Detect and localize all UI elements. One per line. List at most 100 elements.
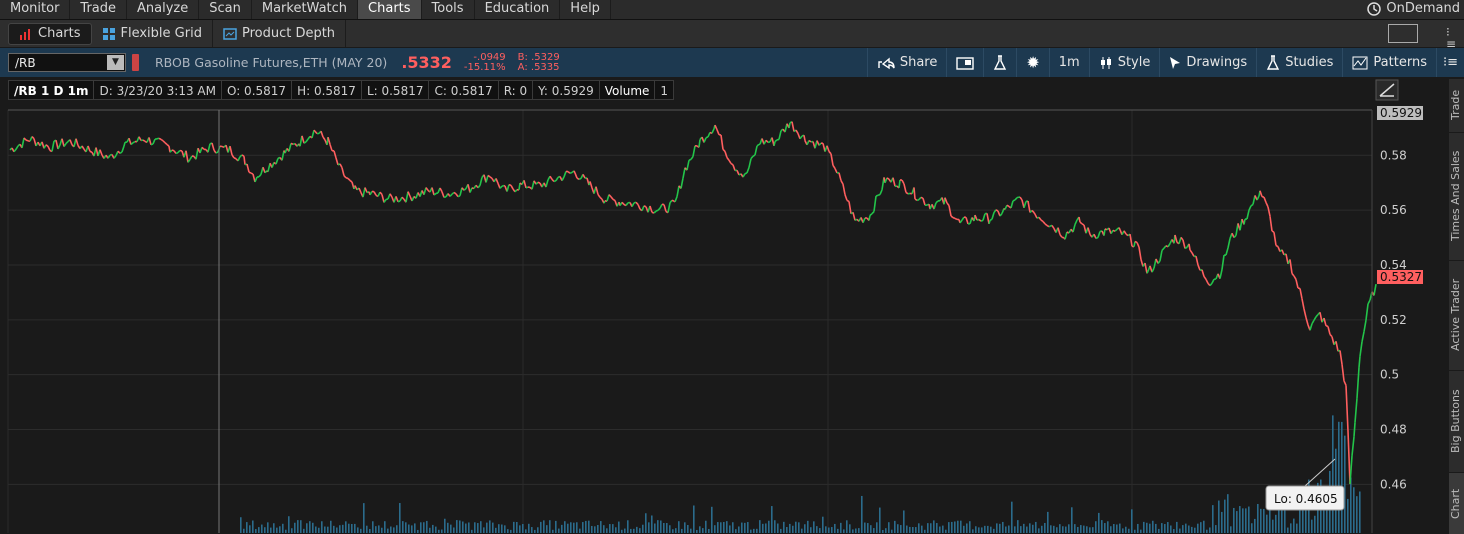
volume-bar bbox=[744, 523, 746, 533]
volume-bar bbox=[1035, 522, 1037, 533]
info-open: O: 0.5817 bbox=[221, 80, 291, 100]
price-segment bbox=[1082, 224, 1084, 225]
price-segment bbox=[1185, 247, 1187, 248]
menu-charts[interactable]: Charts bbox=[358, 0, 422, 19]
volume-bar bbox=[342, 525, 344, 533]
sidebar-tab-times-and-sales[interactable]: Times And Sales bbox=[1449, 132, 1464, 259]
price-segment bbox=[774, 142, 775, 146]
volume-bar bbox=[384, 521, 386, 533]
studies-label: Studies bbox=[1285, 55, 1333, 70]
menu-trade[interactable]: Trade bbox=[70, 0, 127, 19]
volume-bar bbox=[693, 505, 695, 533]
price-change: -.0949 -15.11% bbox=[464, 53, 506, 73]
symbol-dropdown-icon[interactable]: ▼ bbox=[107, 55, 124, 70]
volume-bar bbox=[540, 522, 542, 533]
volume-bar bbox=[1128, 529, 1130, 533]
sidebar-tab-active-trader[interactable]: Active Trader bbox=[1449, 260, 1464, 369]
volume-bar bbox=[876, 522, 878, 533]
volume-bar bbox=[1311, 520, 1313, 533]
tab-flexible-grid[interactable]: Flexible Grid bbox=[92, 20, 213, 47]
volume-bar bbox=[480, 521, 482, 533]
menu-lines-icon[interactable]: ⁝≡ bbox=[1446, 26, 1458, 50]
volume-bar bbox=[591, 526, 593, 533]
volume-bar bbox=[972, 529, 974, 533]
net-change: -.0949 bbox=[464, 53, 506, 63]
instrument-name: RBOB Gasoline Futures,ETH (MAY 20) bbox=[155, 55, 387, 70]
volume-bar bbox=[1185, 524, 1187, 533]
volume-bar bbox=[1236, 511, 1238, 533]
price-segment bbox=[1135, 242, 1137, 243]
volume-bar bbox=[1023, 524, 1025, 533]
drawings-button[interactable]: Drawings bbox=[1159, 48, 1256, 77]
flask-button[interactable] bbox=[983, 48, 1016, 77]
ondemand-button[interactable]: OnDemand bbox=[1366, 0, 1460, 18]
volume-bar bbox=[927, 523, 929, 533]
tab-product-depth[interactable]: Product Depth bbox=[213, 20, 346, 47]
volume-bar bbox=[570, 522, 572, 533]
volume-bar bbox=[1182, 525, 1184, 533]
volume-bar bbox=[627, 520, 629, 533]
settings-button[interactable]: ✹ bbox=[1016, 48, 1048, 77]
volume-bar bbox=[354, 524, 356, 533]
price-segment bbox=[1079, 217, 1080, 222]
volume-bar bbox=[543, 520, 545, 533]
volume-bar bbox=[282, 524, 284, 533]
symbol-input[interactable]: /RB ▼ bbox=[8, 53, 126, 72]
tab-charts[interactable]: Charts bbox=[8, 23, 92, 45]
volume-bar bbox=[444, 519, 446, 533]
sidebar-tab-chart[interactable]: Chart bbox=[1449, 472, 1464, 534]
volume-bar bbox=[678, 521, 680, 533]
menu-education[interactable]: Education bbox=[475, 0, 561, 19]
volume-bar bbox=[1107, 521, 1109, 533]
toolbar-menu-button[interactable]: ⁝≡ bbox=[1436, 48, 1464, 77]
volume-bar bbox=[885, 528, 887, 533]
price-segment bbox=[955, 218, 957, 219]
menu-tools[interactable]: Tools bbox=[422, 0, 475, 19]
share-button[interactable]: Share bbox=[867, 48, 947, 77]
candlestick-icon bbox=[1099, 56, 1113, 70]
volume-bar bbox=[771, 506, 773, 533]
price-segment bbox=[554, 181, 556, 182]
price-tick-label: 0.56 bbox=[1380, 203, 1407, 217]
layout-box-icon[interactable] bbox=[1388, 24, 1418, 43]
sidebar-tab-trade[interactable]: Trade bbox=[1449, 78, 1464, 131]
sidebar-tab-big-buttons[interactable]: Big Buttons bbox=[1449, 370, 1464, 471]
volume-bar bbox=[654, 524, 656, 533]
style-button[interactable]: Style bbox=[1089, 48, 1160, 77]
volume-bar bbox=[792, 526, 794, 533]
volume-bar bbox=[369, 529, 371, 533]
menu-monitor[interactable]: Monitor bbox=[0, 0, 70, 19]
price-chart[interactable]: 0.580.560.540.520.50.480.46 0.5929 0.532… bbox=[0, 78, 1449, 533]
patterns-button[interactable]: Patterns bbox=[1342, 48, 1436, 77]
draw-tool-icon[interactable] bbox=[1376, 80, 1398, 100]
menu-help[interactable]: Help bbox=[560, 0, 611, 19]
volume-bar bbox=[462, 522, 464, 533]
price-segment bbox=[509, 185, 511, 186]
volume-bar bbox=[681, 529, 683, 533]
aggregation-button[interactable]: 1m bbox=[1049, 48, 1089, 77]
menu-scan[interactable]: Scan bbox=[199, 0, 252, 19]
volume-bar bbox=[555, 521, 557, 533]
price-segment bbox=[519, 183, 520, 190]
price-segment bbox=[804, 135, 805, 141]
symbol-value: /RB bbox=[15, 56, 36, 70]
volume-bar bbox=[819, 528, 821, 533]
menu-marketwatch[interactable]: MarketWatch bbox=[252, 0, 358, 19]
studies-button[interactable]: Studies bbox=[1256, 48, 1342, 77]
cursor-arrow-icon bbox=[1169, 56, 1181, 70]
volume-bar bbox=[960, 521, 962, 533]
link-flag-icon[interactable] bbox=[132, 54, 139, 71]
volume-bar bbox=[501, 525, 503, 533]
volume-bar bbox=[393, 527, 395, 533]
price-segment bbox=[731, 164, 733, 165]
volume-bar bbox=[561, 525, 563, 533]
volume-bar bbox=[492, 523, 494, 533]
price-segment bbox=[876, 195, 878, 196]
menu-analyze[interactable]: Analyze bbox=[127, 0, 199, 19]
quick-chart-button[interactable] bbox=[946, 48, 983, 77]
price-segment bbox=[151, 144, 153, 145]
volume-bar bbox=[405, 522, 407, 533]
volume-bar bbox=[360, 529, 362, 533]
price-segment bbox=[176, 153, 178, 154]
volume-bar bbox=[762, 524, 764, 533]
